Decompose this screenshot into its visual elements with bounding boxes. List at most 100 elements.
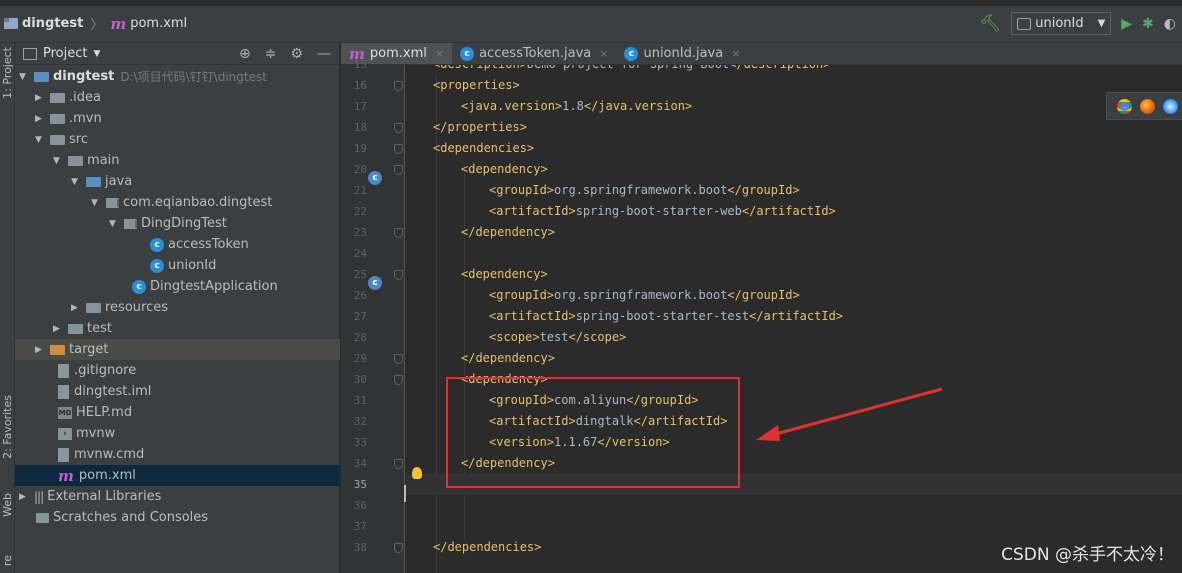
tab-bottom-tool[interactable]: re	[1, 555, 14, 566]
line-number: 26	[353, 289, 367, 302]
fold-marker-icon[interactable]	[394, 543, 403, 553]
fold-marker-icon[interactable]	[394, 375, 403, 385]
file-icon	[58, 384, 69, 399]
tree-item-mvn[interactable]: ▶ .mvn	[15, 108, 340, 129]
line-number: 27	[353, 310, 367, 323]
line-number: 15	[353, 58, 367, 71]
close-icon[interactable]: ×	[435, 47, 444, 60]
tab-web-tool[interactable]: Web	[1, 493, 14, 517]
safari-icon[interactable]	[1163, 98, 1178, 114]
collapse-arrow-icon[interactable]: ▶	[53, 324, 65, 334]
code-editor[interactable]: <description>Demo project for Spring Boo…	[406, 65, 1182, 573]
expand-arrow-icon[interactable]: ▼	[109, 219, 121, 229]
tree-item-label: target	[69, 342, 109, 357]
folder-icon	[50, 134, 65, 145]
tree-item-package[interactable]: ▼ com.eqianbao.dingtest	[15, 192, 340, 213]
tree-item-main[interactable]: ▼ main	[15, 150, 340, 171]
tree-item-mvnw-cmd[interactable]: mvnw.cmd	[15, 444, 340, 465]
line-number: 17	[353, 100, 367, 113]
tree-item-dingtest-iml[interactable]: dingtest.iml	[15, 381, 340, 402]
build-hammer-icon[interactable]: 🔨︎	[980, 14, 1002, 34]
fold-marker-icon[interactable]	[394, 459, 403, 469]
tree-item-unionid[interactable]: c unionId	[15, 255, 340, 276]
breadcrumb: dingtest 〉 m pom.xml	[4, 14, 187, 33]
tree-item-label: mvnw	[76, 426, 116, 441]
tree-item-test[interactable]: ▶ test	[15, 318, 340, 339]
coverage-icon[interactable]: ◐	[1164, 16, 1176, 32]
tree-item-path: D:\项目代码\钉钉\dingtest	[120, 70, 267, 84]
expand-arrow-icon[interactable]: ▼	[71, 177, 83, 187]
code-line: </properties>	[433, 120, 527, 134]
expand-arrow-icon[interactable]: ▼	[53, 156, 65, 166]
collapse-arrow-icon[interactable]: ▶	[35, 345, 47, 355]
tree-item-dingtest[interactable]: ▼ dingtest D:\项目代码\钉钉\dingtest	[15, 66, 340, 87]
tab-unionid-java[interactable]: c unionId.java ×	[616, 43, 748, 64]
close-icon[interactable]: ×	[599, 47, 608, 60]
collapse-arrow-icon[interactable]: ▶	[35, 114, 47, 124]
tree-item-dingtestapplication[interactable]: c DingtestApplication	[15, 276, 340, 297]
tree-item-java[interactable]: ▼ java	[15, 171, 340, 192]
fold-marker-icon[interactable]	[394, 228, 403, 238]
expand-arrow-icon[interactable]: ▼	[19, 72, 31, 82]
tab-project-tool[interactable]: 1: Project	[1, 47, 14, 99]
expand-arrow-icon[interactable]: ▼	[35, 135, 47, 145]
collapse-arrow-icon[interactable]: ▶	[71, 303, 83, 313]
file-icon	[58, 447, 69, 462]
tree-item-mvnw[interactable]: › mvnw	[15, 423, 340, 444]
tree-item-external-libraries[interactable]: ▶ ||| External Libraries	[15, 486, 340, 507]
run-toolbar: 🔨︎ unionId ▼ ▶ ✱ ◐	[980, 12, 1176, 35]
breadcrumb-project[interactable]: dingtest	[22, 16, 83, 31]
line-number: 20	[353, 163, 367, 176]
fold-marker-icon[interactable]	[394, 123, 403, 133]
code-line: <groupId>org.springframework.boot</group…	[489, 183, 800, 197]
tree-item-scratches[interactable]: Scratches and Consoles	[15, 507, 340, 528]
line-number: 23	[353, 226, 367, 239]
spring-class-icon: c	[132, 279, 146, 294]
fold-marker-icon[interactable]	[394, 144, 403, 154]
tab-accesstoken-java[interactable]: c accessToken.java ×	[452, 43, 616, 64]
tree-item-gitignore[interactable]: .gitignore	[15, 360, 340, 381]
tree-item-accesstoken[interactable]: c accessToken	[15, 234, 340, 255]
code-line: <artifactId>spring-boot-starter-test</ar…	[489, 309, 844, 323]
locate-target-icon[interactable]: ⊕	[239, 46, 251, 62]
run-play-icon[interactable]: ▶	[1121, 16, 1132, 32]
chevron-down-icon[interactable]: ▼	[93, 49, 100, 59]
intention-bulb-icon[interactable]	[412, 467, 422, 479]
collapse-arrow-icon[interactable]: ▶	[19, 492, 31, 502]
tree-item-dingdingtest[interactable]: ▼ DingDingTest	[15, 213, 340, 234]
fold-marker-icon[interactable]	[394, 270, 403, 280]
tab-label: accessToken.java	[479, 46, 592, 61]
tree-item-help-md[interactable]: MD HELP.md	[15, 402, 340, 423]
collapse-all-icon[interactable]: ≑	[265, 46, 277, 62]
firefox-icon[interactable]	[1140, 98, 1155, 114]
collapse-arrow-icon[interactable]: ▶	[35, 93, 47, 103]
tree-item-target[interactable]: ▶ target	[15, 339, 340, 360]
navigate-icon[interactable]: c	[368, 276, 382, 290]
project-panel-title[interactable]: Project	[43, 46, 87, 61]
tree-item-pom-xml[interactable]: m pom.xml	[15, 465, 340, 486]
java-class-icon: c	[150, 237, 164, 252]
fold-marker-icon[interactable]	[394, 165, 403, 175]
debug-bug-icon[interactable]: ✱	[1142, 16, 1154, 32]
run-config-select[interactable]: unionId ▼	[1011, 12, 1112, 35]
code-line: <dependency>	[461, 267, 548, 281]
breadcrumb-file[interactable]: pom.xml	[130, 16, 187, 31]
tree-item-src[interactable]: ▼ src	[15, 129, 340, 150]
close-icon[interactable]: ×	[731, 47, 740, 60]
line-number: 22	[353, 205, 367, 218]
fold-marker-icon[interactable]	[394, 354, 403, 364]
editor-tabs: m pom.xml × c accessToken.java × c union…	[341, 43, 1182, 65]
chrome-icon[interactable]	[1117, 98, 1132, 114]
tree-item-label: .idea	[69, 90, 101, 105]
fold-marker-icon[interactable]	[394, 81, 403, 91]
tab-favorites-tool[interactable]: 2: Favorites	[1, 395, 14, 459]
package-icon	[106, 197, 119, 208]
expand-arrow-icon[interactable]: ▼	[91, 198, 103, 208]
tree-item-resources[interactable]: ▶ resources	[15, 297, 340, 318]
tree-item-label: com.eqianbao.dingtest	[123, 195, 273, 210]
tree-item-idea[interactable]: ▶ .idea	[15, 87, 340, 108]
gear-icon[interactable]: ⚙	[290, 46, 303, 62]
navigate-icon[interactable]: c	[368, 171, 382, 185]
hide-minus-icon[interactable]: —	[317, 46, 331, 62]
code-line: <scope>test</scope>	[489, 330, 627, 344]
